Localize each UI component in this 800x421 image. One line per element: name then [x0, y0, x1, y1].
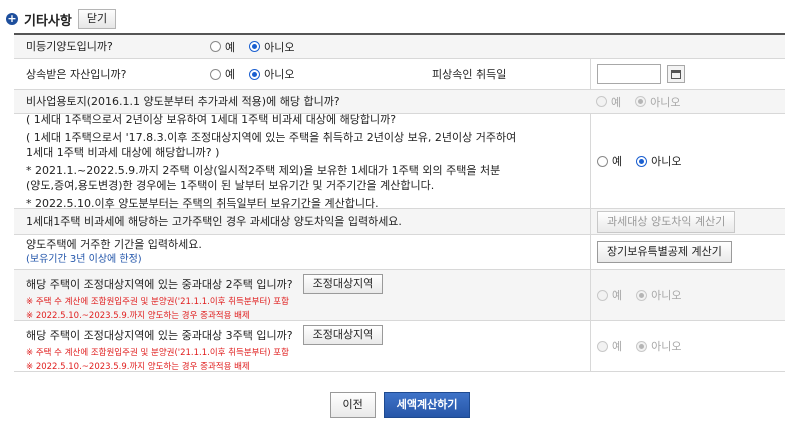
row-residence-period: 양도주택에 거주한 기간을 입력하세요. (보유기간 3년 이상에 한정) 장기… — [14, 235, 785, 270]
question-label: 해당 주택이 조정대상지역에 있는 중과대상 2주택 입니까? — [26, 277, 293, 291]
row-high-price-house: 1세대1주택 비과세에 해당하는 고가주택인 경우 과세대상 양도차익을 입력하… — [14, 209, 785, 235]
radio-yes[interactable]: 예 — [596, 94, 621, 110]
row-two-house-surcharge: 해당 주택이 조정대상지역에 있는 중과대상 2주택 입니까? 조정대상지역 ※… — [14, 270, 785, 321]
row-one-house-exemption: ( 1세대 1주택으로서 2년이상 보유하여 1세대 1주택 비과세 대상에 해… — [14, 112, 785, 210]
radio-yes[interactable]: 예 — [210, 66, 235, 82]
decedent-acquisition-date-input[interactable] — [597, 64, 661, 84]
note-text: ※ 주택 수 계산에 조합원입주권 및 분양권('21.1.1.이후 취득분부터… — [26, 297, 289, 307]
row-three-house-surcharge: 해당 주택이 조정대상지역에 있는 중과대상 3주택 입니까? 조정대상지역 ※… — [14, 321, 785, 372]
radio-yes[interactable]: 예 — [597, 153, 622, 169]
radio-yes[interactable]: 예 — [597, 338, 622, 354]
question-label: 1세대1주택 비과세에 해당하는 고가주택인 경우 과세대상 양도차익을 입력하… — [26, 215, 402, 228]
radio-no[interactable]: 아니오 — [636, 287, 682, 303]
holding-period-note: (보유기간 3년 이상에 한정) — [26, 254, 142, 265]
close-button[interactable]: 닫기 — [77, 9, 117, 29]
long-term-deduction-calculator-button[interactable]: 장기보유특별공제 계산기 — [597, 241, 732, 263]
question-line: * 2021.1.~2022.5.9.까지 2주택 이상(일시적2주택 제외)을… — [26, 163, 501, 177]
radio-no[interactable]: 아니오 — [249, 39, 295, 55]
radio-no[interactable]: 아니오 — [636, 153, 682, 169]
calculate-tax-button[interactable]: 세액계산하기 — [383, 392, 471, 418]
taxable-gain-calculator-button[interactable]: 과세대상 양도차익 계산기 — [597, 210, 736, 233]
radio-no[interactable]: 아니오 — [249, 66, 295, 82]
row-inherited-asset: 상속받은 자산입니까? 예 아니오 피상속인 취득일 — [14, 59, 785, 90]
question-line: ( 1세대 1주택으로서 2년이상 보유하여 1세대 1주택 비과세 대상에 해… — [26, 112, 397, 126]
radio-no[interactable]: 아니오 — [635, 94, 681, 110]
calendar-icon[interactable] — [667, 65, 685, 83]
row-unregistered-transfer: 미등기양도입니까? 예 아니오 — [14, 35, 785, 59]
decedent-acquisition-date-label: 피상속인 취득일 — [432, 67, 507, 81]
radio-yes[interactable]: 예 — [210, 39, 235, 55]
adjustment-area-button[interactable]: 조정대상지역 — [302, 325, 384, 345]
question-label: 상속받은 자산입니까? — [26, 67, 127, 81]
other-items-form: 미등기양도입니까? 예 아니오 상속받은 자산입니까? 예 아니오 피상속인 취… — [14, 33, 785, 372]
previous-button[interactable]: 이전 — [329, 392, 376, 418]
adjustment-area-button[interactable]: 조정대상지역 — [302, 274, 384, 294]
radio-no[interactable]: 아니오 — [636, 338, 682, 354]
question-line: (양도,증여,용도변경)한 경우에는 1주택이 된 날부터 보유기간 및 거주기… — [26, 178, 435, 192]
question-label: 해당 주택이 조정대상지역에 있는 중과대상 3주택 입니까? — [26, 328, 293, 342]
question-label: 양도주택에 거주한 기간을 입력하세요. — [26, 238, 202, 251]
note-text: ※ 주택 수 계산에 조합원입주권 및 분양권('21.1.1.이후 취득분부터… — [26, 348, 289, 358]
footer-actions: 이전 세액계산하기 — [0, 392, 800, 418]
section-title: 기타사항 — [24, 13, 72, 29]
question-line: 1세대 1주택 비과세 대상에 해당합니까? ) — [26, 145, 220, 159]
question-label: 비사업용토지(2016.1.1 양도분부터 추가과세 적용)에 해당 합니까? — [26, 95, 340, 108]
row-non-business-land: 비사업용토지(2016.1.1 양도분부터 추가과세 적용)에 해당 합니까? … — [14, 90, 785, 114]
question-line: ( 1세대 1주택으로서 '17.8.3.이후 조정대상지역에 있는 주택을 취… — [26, 130, 517, 144]
question-label: 미등기양도입니까? — [26, 40, 113, 53]
plus-circle-icon: + — [6, 12, 18, 25]
section-header: + 기타사항 닫기 — [6, 8, 117, 30]
radio-yes[interactable]: 예 — [597, 287, 622, 303]
note-text: ※ 2022.5.10.~2023.5.9.까지 양도하는 경우 중과적용 배제 — [26, 362, 250, 372]
